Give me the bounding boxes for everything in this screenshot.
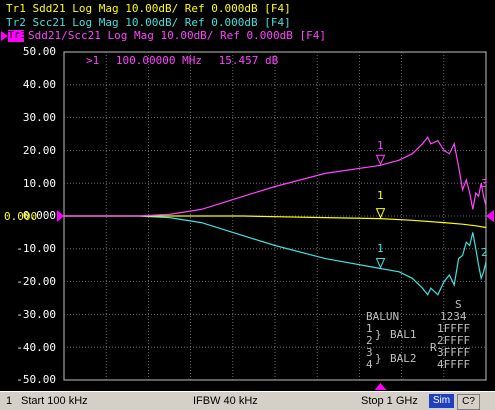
marker-triangle-tr1-icon <box>375 208 386 219</box>
balun-port-2: 2 <box>366 334 373 347</box>
ref-level-left-pointer-icon <box>57 210 64 222</box>
marker-readout-value: 15.457 dB <box>218 54 279 67</box>
balun-port-4: 4 <box>366 358 373 371</box>
balun-r-label: R <box>430 341 437 354</box>
marker-triangle-tr2-icon <box>375 257 386 269</box>
vna-screen: Tr1 Sdd21 Log Mag 10.00dB/ Ref 0.000dB [… <box>0 0 495 410</box>
balun-s-row-4: 4FFFF <box>437 358 471 371</box>
trace3-end-label: 3 <box>481 177 488 190</box>
brace-icon: } <box>375 328 382 341</box>
stimulus-marker-icon <box>374 383 387 390</box>
trace2-end-label: 2 <box>481 246 488 259</box>
sim-indicator: Sim <box>429 394 454 408</box>
trace-tr2-line <box>64 215 487 296</box>
marker-readout: >1 100.00000 MHz 15.457 dB <box>86 54 278 67</box>
channel-number[interactable]: 1 <box>6 395 12 407</box>
marker-1-label-tr2[interactable]: 1 <box>377 242 384 255</box>
trace-tr3-line <box>64 136 487 217</box>
marker-1-label-tr3[interactable]: 1 <box>377 139 384 152</box>
balun-s-row-1: 1FFFF <box>437 322 471 335</box>
status-bar: 1 Start 100 kHz IFBW 40 kHz Stop 1 GHz S… <box>0 391 495 410</box>
marker-readout-id: >1 <box>86 54 100 67</box>
balun-port-1: 1 <box>366 322 373 335</box>
balun-s-row-2: 2FFFF <box>437 334 471 347</box>
plot-overlay: 0.000 <box>4 154 494 390</box>
calibration-indicator: C? <box>457 394 480 410</box>
marker-readout-frequency: 100.00000 MHz <box>115 54 202 67</box>
balun-bal1: BAL1 <box>390 328 417 341</box>
balun-title: BALUN <box>366 310 400 323</box>
balun-s-header: S <box>455 298 462 311</box>
marker-triangle-tr3-icon <box>375 154 386 166</box>
stop-frequency[interactable]: Stop 1 GHz <box>361 395 418 407</box>
balun-port-3: 3 <box>366 346 373 359</box>
start-frequency[interactable]: Start 100 kHz <box>21 395 88 407</box>
ref-level-right-pointer-icon <box>486 210 494 222</box>
marker-1-label-tr1[interactable]: 1 <box>377 189 384 202</box>
ifbw-value[interactable]: IFBW 40 kHz <box>193 395 258 407</box>
brace-icon: } <box>375 352 382 365</box>
balun-bal2: BAL2 <box>390 352 417 365</box>
balun-ports-header: 1234 <box>440 310 467 323</box>
ref-level-label: 0.000 <box>4 210 37 223</box>
balun-s-row-3: 3FFFF <box>437 346 471 359</box>
